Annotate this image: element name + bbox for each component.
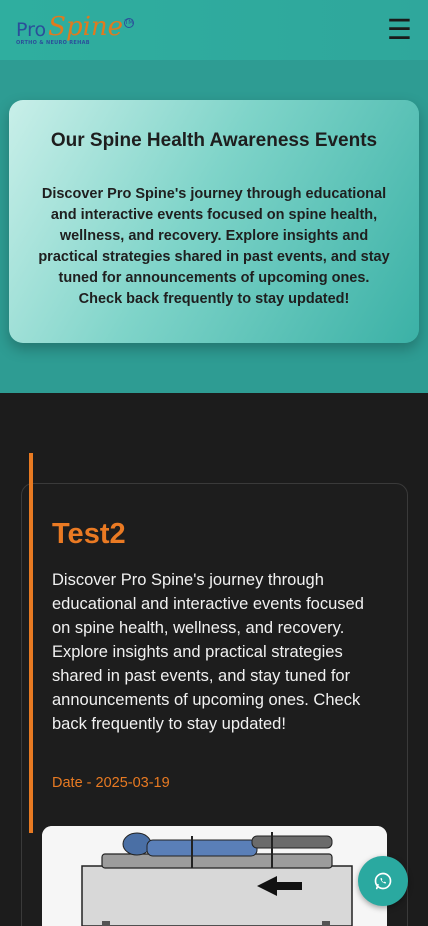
logo-spine-text: Spine — [48, 12, 124, 42]
logo-trademark: TM — [124, 18, 135, 28]
event-image[interactable] — [42, 826, 387, 926]
hamburger-menu-icon[interactable]: ☰ — [387, 16, 412, 44]
logo-tagline: ORTHO & NEURO REHAB — [16, 40, 90, 46]
intro-card: Our Spine Health Awareness Events Discov… — [9, 100, 419, 343]
pro-spine-logo[interactable]: Pro Spine TM ORTHO & NEURO REHAB — [16, 12, 135, 46]
traction-table-illustration-icon — [42, 826, 387, 926]
events-intro-section: Our Spine Health Awareness Events Discov… — [0, 60, 428, 393]
site-header: Pro Spine TM ORTHO & NEURO REHAB ☰ — [0, 0, 428, 60]
event-date: Date - 2025-03-19 — [52, 775, 170, 791]
intro-title: Our Spine Health Awareness Events — [50, 130, 378, 151]
event-accent-bar — [29, 453, 33, 833]
whatsapp-icon — [374, 872, 392, 890]
event-description: Discover Pro Spine's journey through edu… — [52, 571, 364, 733]
whatsapp-button[interactable] — [358, 856, 408, 906]
intro-text: Discover Pro Spine's journey through edu… — [38, 186, 390, 307]
logo-wordmark: Pro Spine TM — [16, 12, 135, 42]
logo-pro-text: Pro — [16, 19, 47, 41]
event-title: Test2 — [52, 518, 126, 550]
